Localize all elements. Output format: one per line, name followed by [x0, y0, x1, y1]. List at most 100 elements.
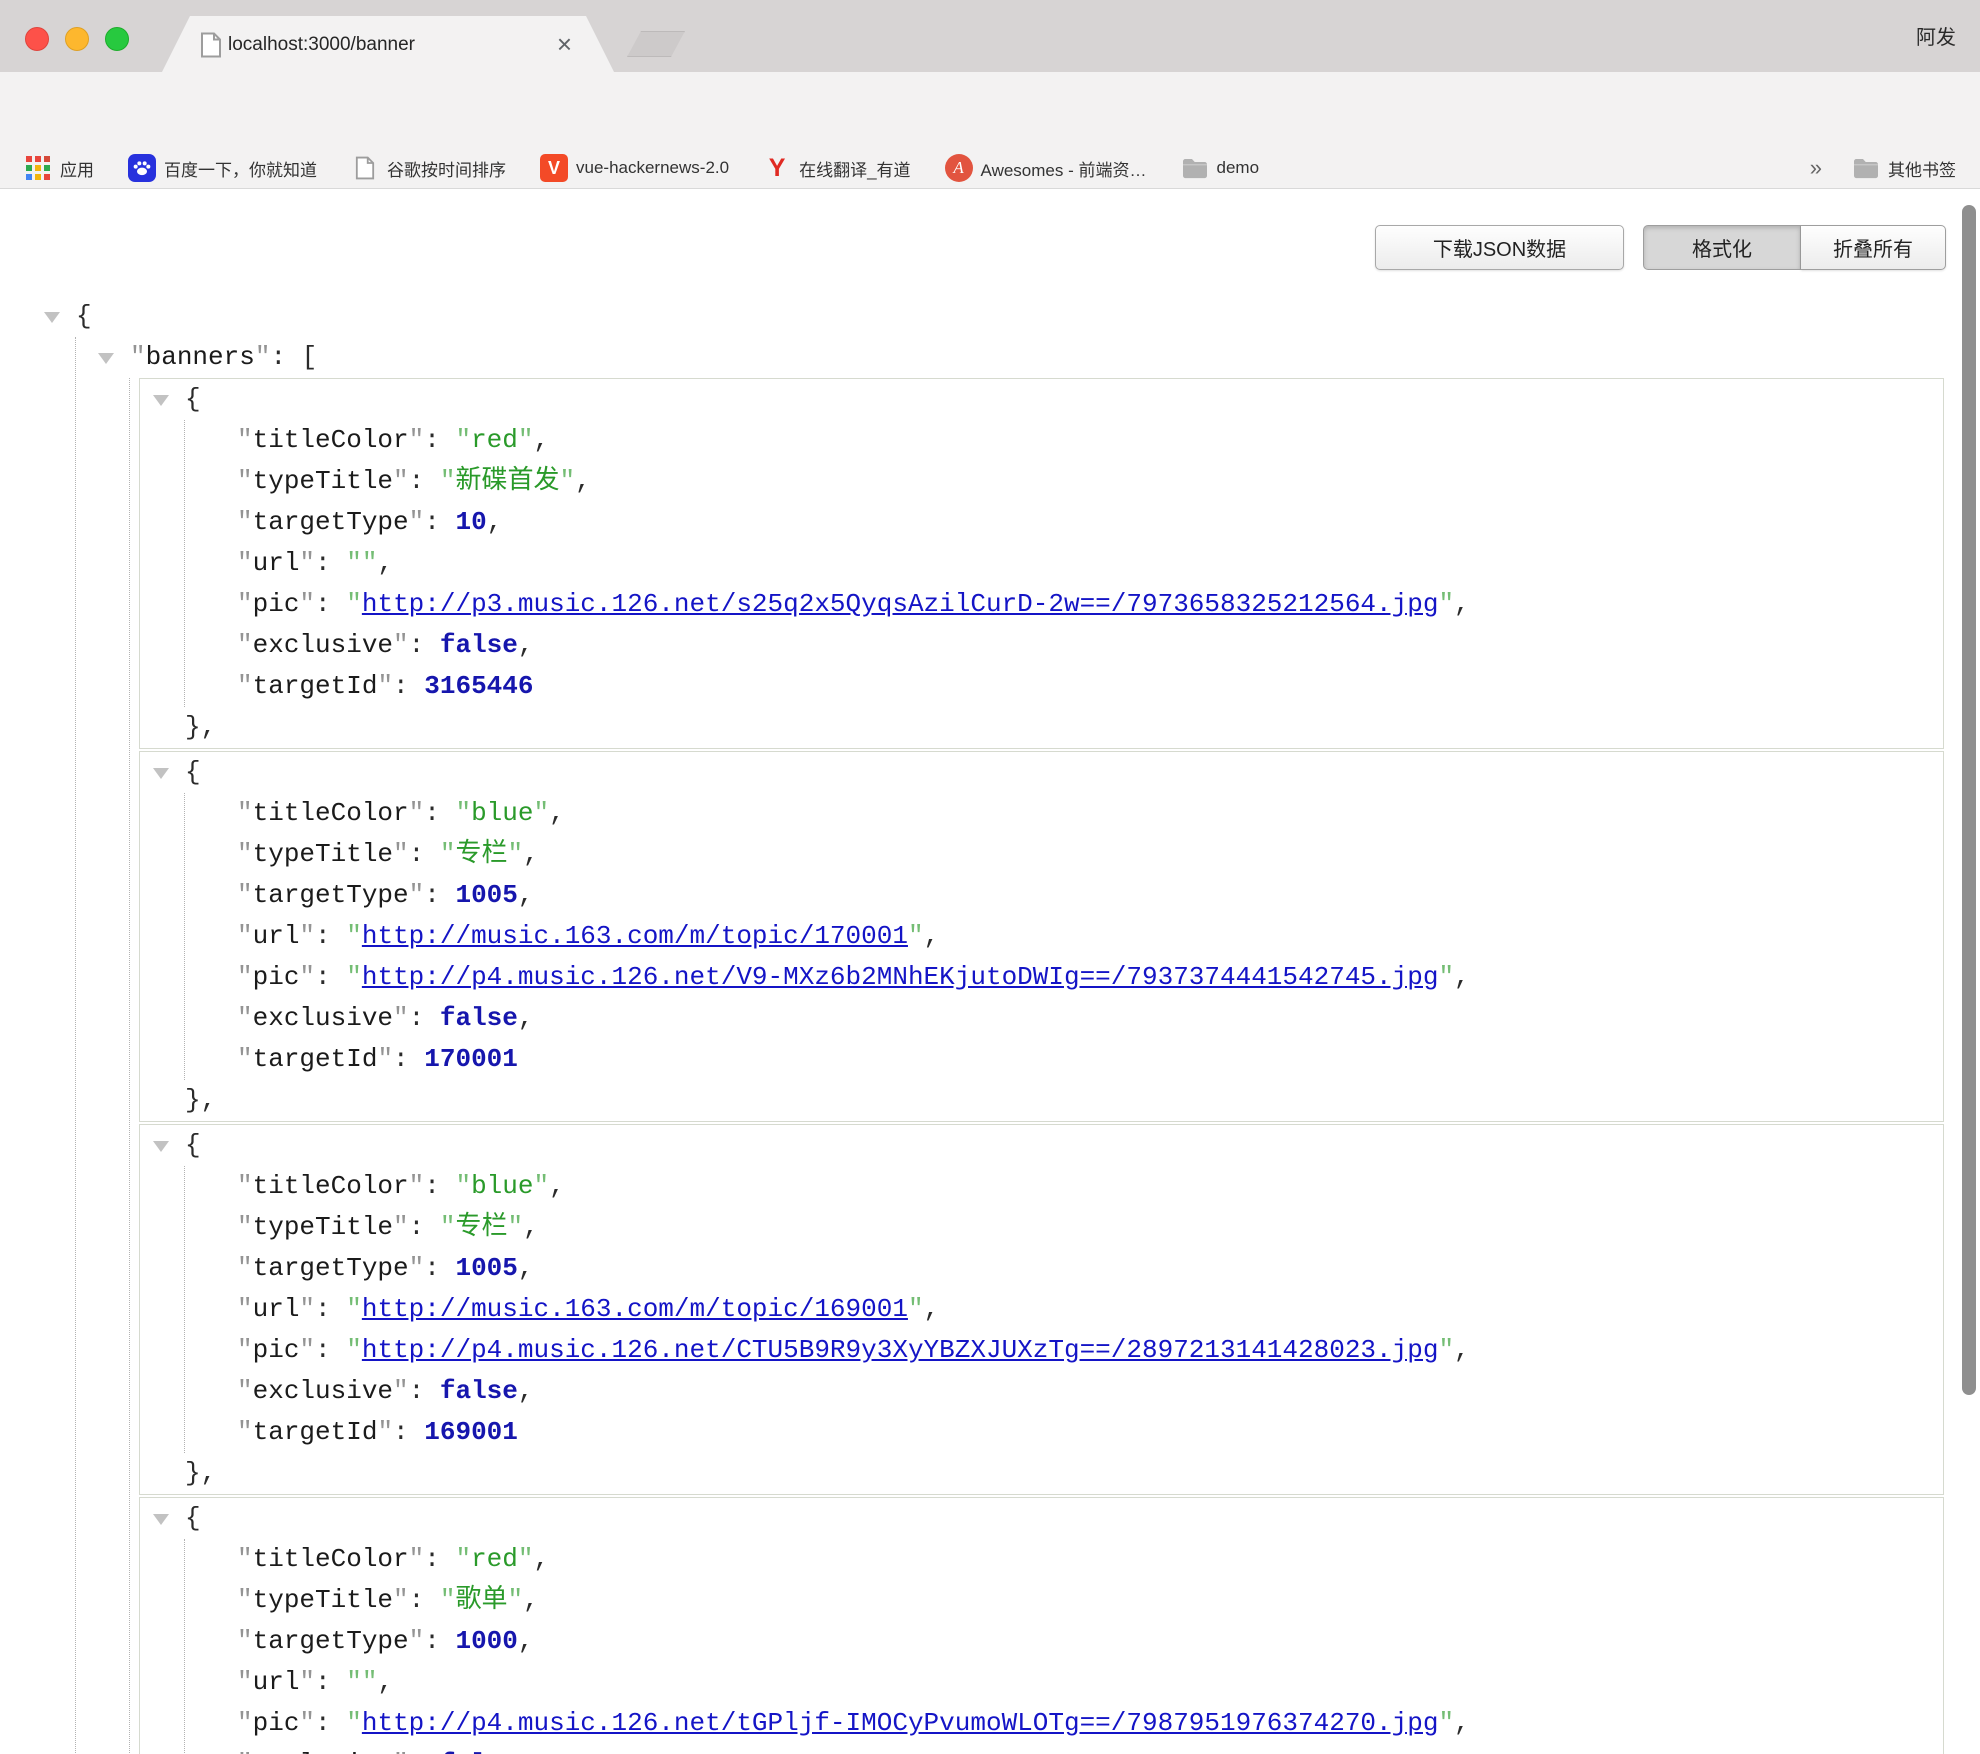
- json-line: "exclusive": false,: [140, 625, 1943, 666]
- tree-guide-line: [184, 420, 185, 707]
- new-tab-button[interactable]: [627, 31, 685, 57]
- json-tree: {"banners": [{"titleColor": "red","typeT…: [0, 189, 1980, 1754]
- bookmark-label: vue-hackernews-2.0: [576, 158, 729, 178]
- json-line: "typeTitle": "专栏",: [140, 1207, 1943, 1248]
- document-icon: [351, 154, 379, 182]
- json-line: "targetId": 3165446: [140, 666, 1943, 707]
- json-string: 歌单: [455, 1585, 507, 1615]
- bookmark-item[interactable]: Y在线翻译_有道: [763, 154, 910, 182]
- bookmark-item[interactable]: demo: [1181, 154, 1260, 182]
- json-line: "titleColor": "blue",: [140, 1166, 1943, 1207]
- tab-title: localhost:3000/banner: [228, 16, 415, 72]
- json-line: {: [0, 296, 1980, 337]
- json-line: "typeTitle": "新碟首发",: [140, 461, 1943, 502]
- json-number: 169001: [424, 1417, 518, 1447]
- vue-icon: V: [540, 154, 568, 182]
- window-titlebar: localhost:3000/banner × 阿发: [0, 0, 1980, 72]
- json-line: "targetId": 170001: [140, 1039, 1943, 1080]
- bookmarks-overflow-icon[interactable]: »: [1810, 155, 1822, 181]
- json-line: "titleColor": "red",: [140, 1539, 1943, 1580]
- collapse-toggle-icon[interactable]: [98, 353, 114, 364]
- json-boolean: false: [440, 630, 518, 660]
- minimize-window-button[interactable]: [65, 27, 89, 51]
- folder-icon: [1852, 154, 1880, 182]
- scrollbar-thumb[interactable]: [1962, 205, 1976, 1395]
- collapse-toggle-icon[interactable]: [153, 768, 169, 779]
- bookmark-label: demo: [1217, 158, 1260, 178]
- json-line: "targetId": 169001: [140, 1412, 1943, 1453]
- collapse-toggle-icon[interactable]: [153, 1514, 169, 1525]
- json-line: "titleColor": "blue",: [140, 793, 1943, 834]
- browser-toolbar: localhost:3000/banner V英FE▶▶: [0, 72, 1980, 148]
- bookmark-item[interactable]: 谷歌按时间排序: [351, 154, 506, 182]
- bookmark-item[interactable]: A Awesomes - 前端资…: [945, 154, 1147, 182]
- json-link[interactable]: http://p3.music.126.net/s25q2x5QyqsAzilC…: [362, 589, 1439, 619]
- json-number: 1000: [455, 1626, 517, 1656]
- tree-guide-line: [184, 1166, 185, 1453]
- json-string: 新碟首发: [455, 466, 559, 496]
- json-line: },: [140, 1453, 1943, 1494]
- json-link[interactable]: http://p4.music.126.net/tGPljf-IMOCyPvum…: [362, 1708, 1439, 1738]
- bookmark-label: 谷歌按时间排序: [387, 156, 506, 181]
- bookmark-item[interactable]: 百度一下，你就知道: [128, 154, 317, 182]
- json-number: 10: [455, 507, 486, 537]
- tree-guide-line: [75, 337, 76, 1754]
- json-line: },: [140, 707, 1943, 748]
- json-boolean: false: [440, 1749, 518, 1754]
- banner-item-box: {"titleColor": "blue","typeTitle": "专栏",…: [139, 1124, 1944, 1495]
- tab-close-icon[interactable]: ×: [557, 16, 572, 72]
- bookmark-label: Awesomes - 前端资…: [981, 156, 1147, 181]
- awesomes-icon: A: [945, 154, 973, 182]
- json-string: 专栏: [455, 839, 507, 869]
- baidu-paw-icon: [128, 154, 156, 182]
- json-line: "targetType": 1005,: [140, 1248, 1943, 1289]
- json-line: "targetType": 10,: [140, 502, 1943, 543]
- json-line: "pic": "http://p4.music.126.net/V9-MXz6b…: [140, 957, 1943, 998]
- json-line: "url": "http://music.163.com/m/topic/170…: [140, 916, 1943, 957]
- json-link[interactable]: http://music.163.com/m/topic/170001: [362, 921, 908, 951]
- tree-guide-line: [184, 1539, 185, 1754]
- zoom-window-button[interactable]: [105, 27, 129, 51]
- collapse-toggle-icon[interactable]: [44, 312, 60, 323]
- json-string: blue: [471, 798, 533, 828]
- bookmark-label: 应用: [60, 156, 94, 181]
- bookmark-item[interactable]: 应用: [24, 154, 94, 182]
- page-favicon-icon: [200, 32, 222, 63]
- json-number: 170001: [424, 1044, 518, 1074]
- page-content: 下载JSON数据 格式化 折叠所有 {"banners": [{"titleCo…: [0, 189, 1980, 1754]
- other-bookmarks-folder[interactable]: 其他书签: [1852, 154, 1956, 182]
- json-line: "url": "",: [140, 543, 1943, 584]
- json-link[interactable]: http://p4.music.126.net/V9-MXz6b2MNhEKju…: [362, 962, 1439, 992]
- tree-guide-line: [184, 793, 185, 1080]
- folder-icon: [1181, 154, 1209, 182]
- collapse-toggle-icon[interactable]: [153, 1141, 169, 1152]
- json-link[interactable]: http://music.163.com/m/topic/169001: [362, 1294, 908, 1324]
- bookmark-label: 百度一下，你就知道: [164, 156, 317, 181]
- json-line: "typeTitle": "歌单",: [140, 1580, 1943, 1621]
- json-line: "targetType": 1005,: [140, 875, 1943, 916]
- json-line: "pic": "http://p4.music.126.net/tGPljf-I…: [140, 1703, 1943, 1744]
- banner-item-box: {"titleColor": "red","typeTitle": "歌单","…: [139, 1497, 1944, 1754]
- json-line: "targetType": 1000,: [140, 1621, 1943, 1662]
- json-line: },: [140, 1080, 1943, 1121]
- json-line: "typeTitle": "专栏",: [140, 834, 1943, 875]
- json-line: "pic": "http://p3.music.126.net/s25q2x5Q…: [140, 584, 1943, 625]
- json-link[interactable]: http://p4.music.126.net/CTU5B9R9y3XyYBZX…: [362, 1335, 1439, 1365]
- json-number: 3165446: [424, 671, 533, 701]
- json-line: {: [140, 1125, 1943, 1166]
- json-line: "exclusive": false: [140, 1744, 1943, 1754]
- collapse-toggle-icon[interactable]: [153, 395, 169, 406]
- tree-guide-line: [129, 378, 130, 1754]
- bookmark-item[interactable]: Vvue-hackernews-2.0: [540, 154, 729, 182]
- json-line: "titleColor": "red",: [140, 420, 1943, 461]
- apps-grid-icon: [24, 154, 52, 182]
- browser-tab[interactable]: localhost:3000/banner ×: [162, 16, 614, 72]
- json-string: 专栏: [455, 1212, 507, 1242]
- profile-name[interactable]: 阿发: [1916, 0, 1956, 72]
- json-string: blue: [471, 1171, 533, 1201]
- close-window-button[interactable]: [25, 27, 49, 51]
- json-string: red: [471, 1544, 518, 1574]
- json-line: "exclusive": false,: [140, 998, 1943, 1039]
- banner-item-box: {"titleColor": "red","typeTitle": "新碟首发"…: [139, 378, 1944, 749]
- json-string: red: [471, 425, 518, 455]
